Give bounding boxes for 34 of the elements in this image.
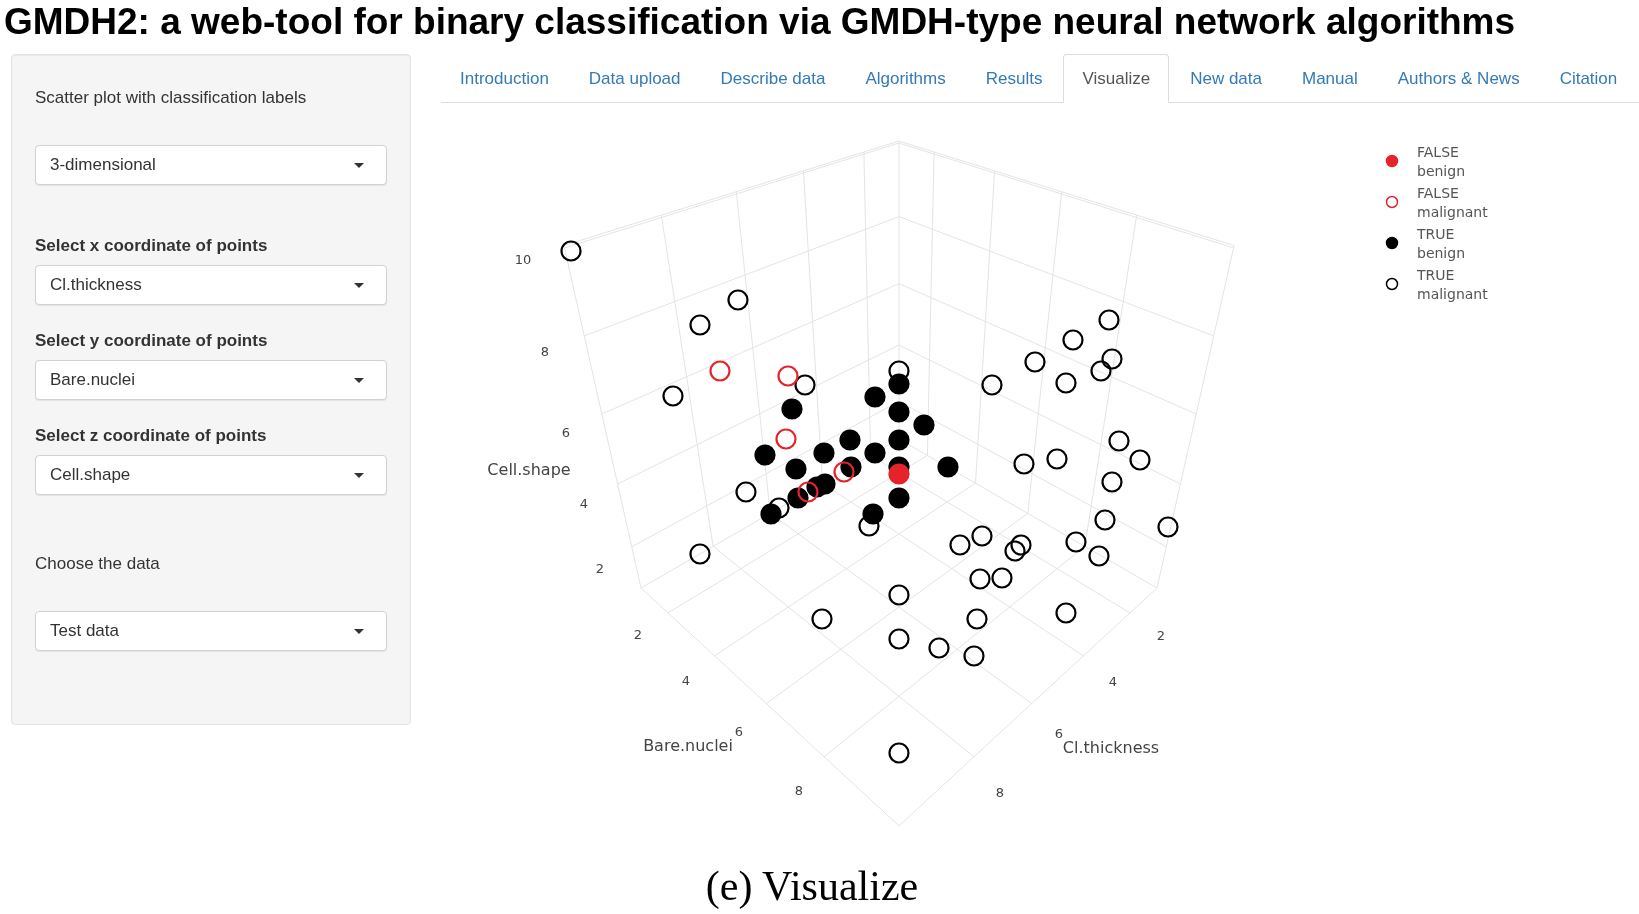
caret-icon	[354, 628, 364, 634]
select-dropdown[interactable]: 3-dimensional	[35, 145, 387, 185]
figure-caption: (e) Visualize	[705, 863, 919, 909]
caret-icon	[354, 377, 364, 383]
nav-tab[interactable]: Authors & News	[1378, 54, 1539, 103]
nav-tab[interactable]: Data upload	[569, 54, 700, 103]
nav-tab[interactable]: Citation	[1540, 54, 1637, 103]
field-label: Select z coordinate of points	[35, 425, 267, 447]
field-label: Select y coordinate of points	[35, 330, 268, 352]
field-label: Scatter plot with classification labels	[35, 87, 307, 109]
nav-tab[interactable]: Manual	[1283, 54, 1377, 103]
tick-label: 8	[540, 343, 550, 359]
select-dropdown[interactable]: Cl.thickness	[35, 265, 387, 305]
legend-label: FALSE malignant	[1417, 185, 1488, 220]
caret-icon	[354, 472, 364, 478]
select-dropdown[interactable]: Cell.shape	[35, 455, 387, 495]
axis-title: Cell.shape	[487, 459, 571, 479]
legend-label: TRUE malignant	[1417, 267, 1488, 302]
select-dropdown[interactable]: Test data	[35, 611, 387, 651]
nav-tab[interactable]: New data	[1171, 54, 1281, 103]
legend-label: TRUE benign	[1417, 226, 1466, 261]
field-label: Choose the data	[35, 553, 160, 575]
nav-tab[interactable]: Describe data	[701, 54, 845, 103]
caret-icon	[354, 282, 364, 288]
field-label: Select x coordinate of points	[35, 235, 268, 257]
tick-label: 10	[514, 251, 532, 267]
nav-tab[interactable]: Introduction	[441, 54, 568, 103]
select-dropdown[interactable]: Bare.nuclei	[35, 360, 387, 400]
nav-tab[interactable]: Algorithms	[846, 54, 965, 103]
caret-icon	[354, 162, 364, 168]
nav-tab[interactable]: Visualize	[1063, 54, 1170, 103]
nav-tab[interactable]: Results	[966, 54, 1062, 103]
page-title: GMDH2: a web-tool for binary classification via GMDH-type neural network algorithms	[4, 0, 1516, 44]
legend-label: FALSE benign	[1417, 144, 1466, 179]
